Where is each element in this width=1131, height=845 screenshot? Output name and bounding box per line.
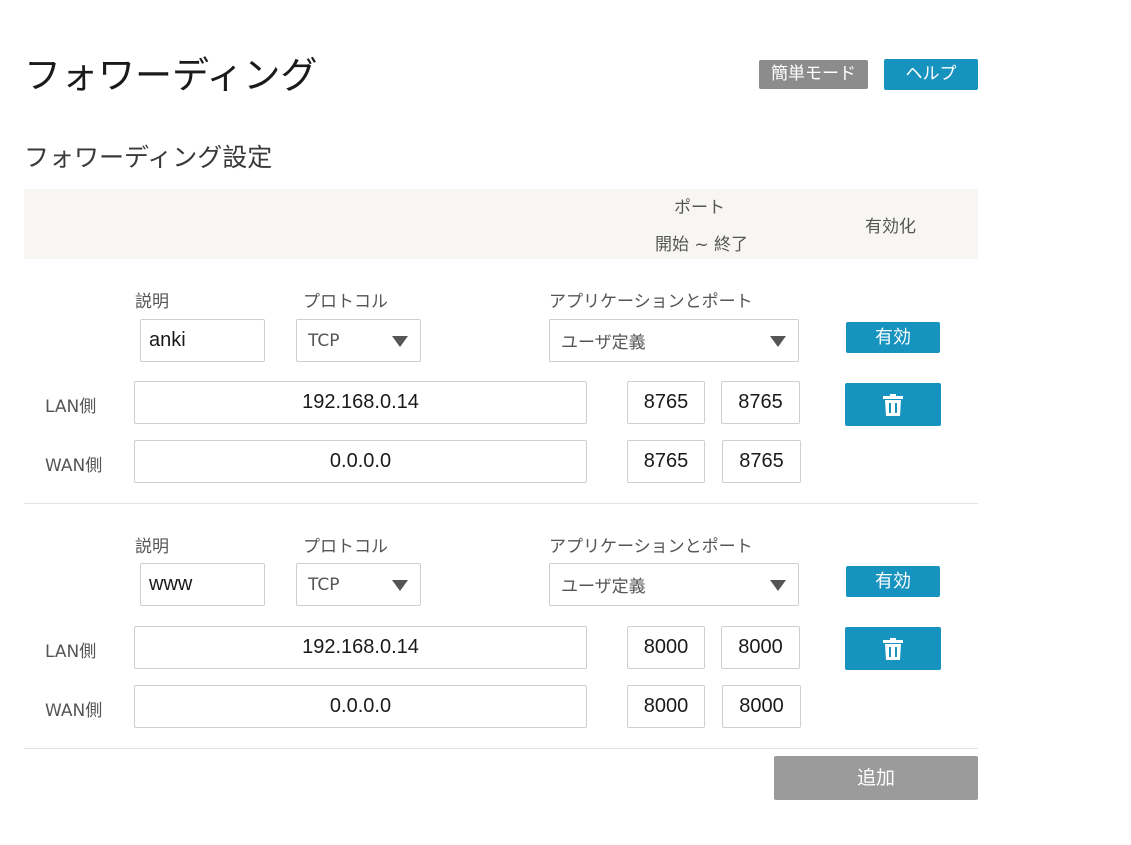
enable-toggle[interactable]: 有効 [846, 566, 940, 597]
lan-label: LAN側 [45, 642, 97, 662]
page-title: フォワーディング [24, 54, 318, 97]
wan-port-start-input[interactable]: 8000 [627, 685, 705, 728]
lan-label: LAN側 [45, 397, 97, 417]
chevron-down-icon [770, 335, 786, 347]
description-label: 説明 [135, 292, 169, 312]
enable-toggle[interactable]: 有効 [846, 322, 940, 353]
lan-ip-input[interactable]: 192.168.0.14 [134, 626, 587, 669]
app-port-select[interactable]: ユーザ定義 [549, 319, 799, 362]
row-divider [24, 748, 978, 749]
protocol-select[interactable]: TCP [296, 563, 421, 606]
description-input[interactable]: anki [140, 319, 265, 362]
lan-port-end-input[interactable]: 8000 [721, 626, 800, 669]
protocol-value: TCP [308, 330, 340, 351]
lan-ip-input[interactable]: 192.168.0.14 [134, 381, 587, 424]
lan-port-start-input[interactable]: 8000 [627, 626, 705, 669]
trash-icon [883, 637, 903, 660]
protocol-label: プロトコル [303, 292, 388, 312]
port-range-header: 開始 ~ 終了 [655, 235, 749, 255]
protocol-select[interactable]: TCP [296, 319, 421, 362]
row-divider [24, 503, 978, 504]
table-header [24, 189, 978, 259]
enable-header: 有効化 [865, 217, 916, 237]
wan-ip-input[interactable]: 0.0.0.0 [134, 440, 587, 483]
wan-port-end-input[interactable]: 8000 [722, 685, 801, 728]
wan-label: WAN側 [45, 456, 103, 476]
app-port-select[interactable]: ユーザ定義 [549, 563, 799, 606]
description-input[interactable]: www [140, 563, 265, 606]
add-button[interactable]: 追加 [774, 756, 978, 800]
app-port-value: ユーザ定義 [561, 577, 646, 597]
app-port-label: アプリケーションとポート [549, 292, 753, 312]
delete-button[interactable] [845, 383, 941, 426]
chevron-down-icon [392, 579, 408, 591]
chevron-down-icon [770, 579, 786, 591]
chevron-down-icon [392, 335, 408, 347]
wan-label: WAN側 [45, 701, 103, 721]
delete-button[interactable] [845, 627, 941, 670]
section-title: フォワーディング設定 [24, 143, 273, 172]
lan-port-start-input[interactable]: 8765 [627, 381, 705, 424]
wan-port-end-input[interactable]: 8765 [722, 440, 801, 483]
help-button[interactable]: ヘルプ [884, 59, 978, 90]
port-header: ポート [674, 198, 725, 218]
trash-icon [883, 393, 903, 416]
app-port-value: ユーザ定義 [561, 333, 646, 353]
app-port-label: アプリケーションとポート [549, 537, 753, 557]
protocol-value: TCP [308, 574, 340, 595]
description-label: 説明 [135, 537, 169, 557]
lan-port-end-input[interactable]: 8765 [721, 381, 800, 424]
protocol-label: プロトコル [303, 537, 388, 557]
simple-mode-button[interactable]: 簡単モード [759, 60, 868, 89]
wan-ip-input[interactable]: 0.0.0.0 [134, 685, 587, 728]
wan-port-start-input[interactable]: 8765 [627, 440, 705, 483]
